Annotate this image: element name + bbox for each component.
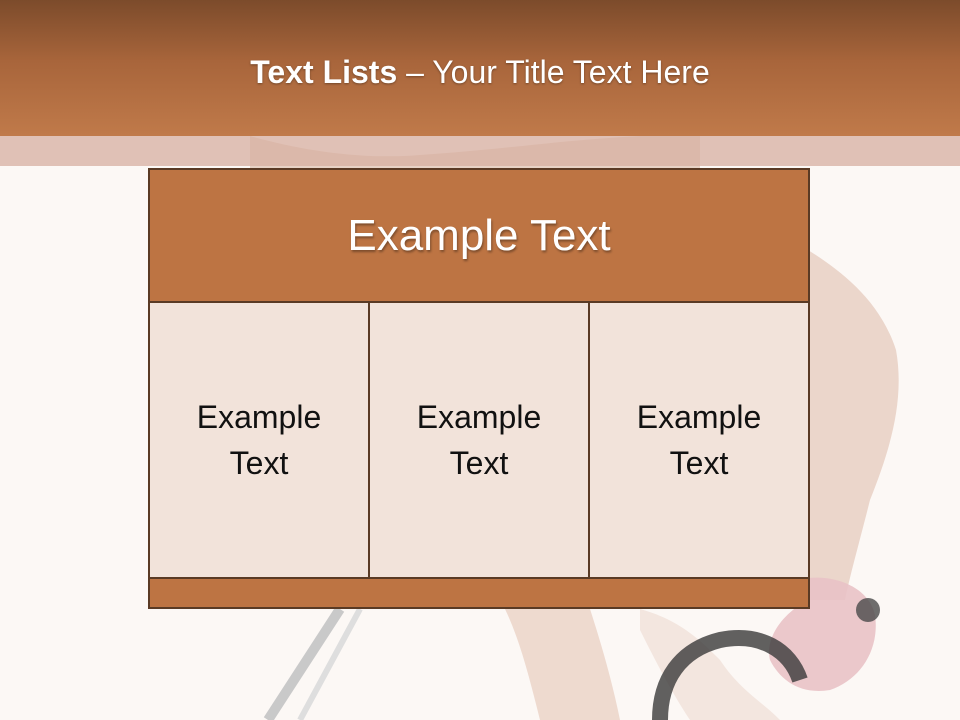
- title-subtitle: – Your Title Text Here: [397, 54, 710, 90]
- cell-text: Example Text: [416, 399, 542, 481]
- header-text: Example Text: [347, 210, 611, 260]
- text-list-box: Example Text Example Text Example Text E…: [148, 168, 810, 609]
- cell-row: Example Text Example Text Example Text: [150, 303, 808, 579]
- title-underline-strip: [0, 136, 960, 166]
- cell-text: Example Text: [636, 399, 762, 481]
- header-block[interactable]: Example Text: [150, 170, 808, 303]
- cell-3[interactable]: Example Text: [588, 303, 808, 577]
- slide: Text Lists – Your Title Text Here Exampl…: [0, 0, 960, 720]
- cell-2[interactable]: Example Text: [368, 303, 588, 577]
- title-bold: Text Lists: [250, 54, 398, 90]
- cell-text: Example Text: [196, 399, 322, 481]
- cell-1[interactable]: Example Text: [150, 303, 368, 577]
- footer-bar: [150, 579, 808, 607]
- slide-title: Text Lists – Your Title Text Here: [0, 54, 960, 91]
